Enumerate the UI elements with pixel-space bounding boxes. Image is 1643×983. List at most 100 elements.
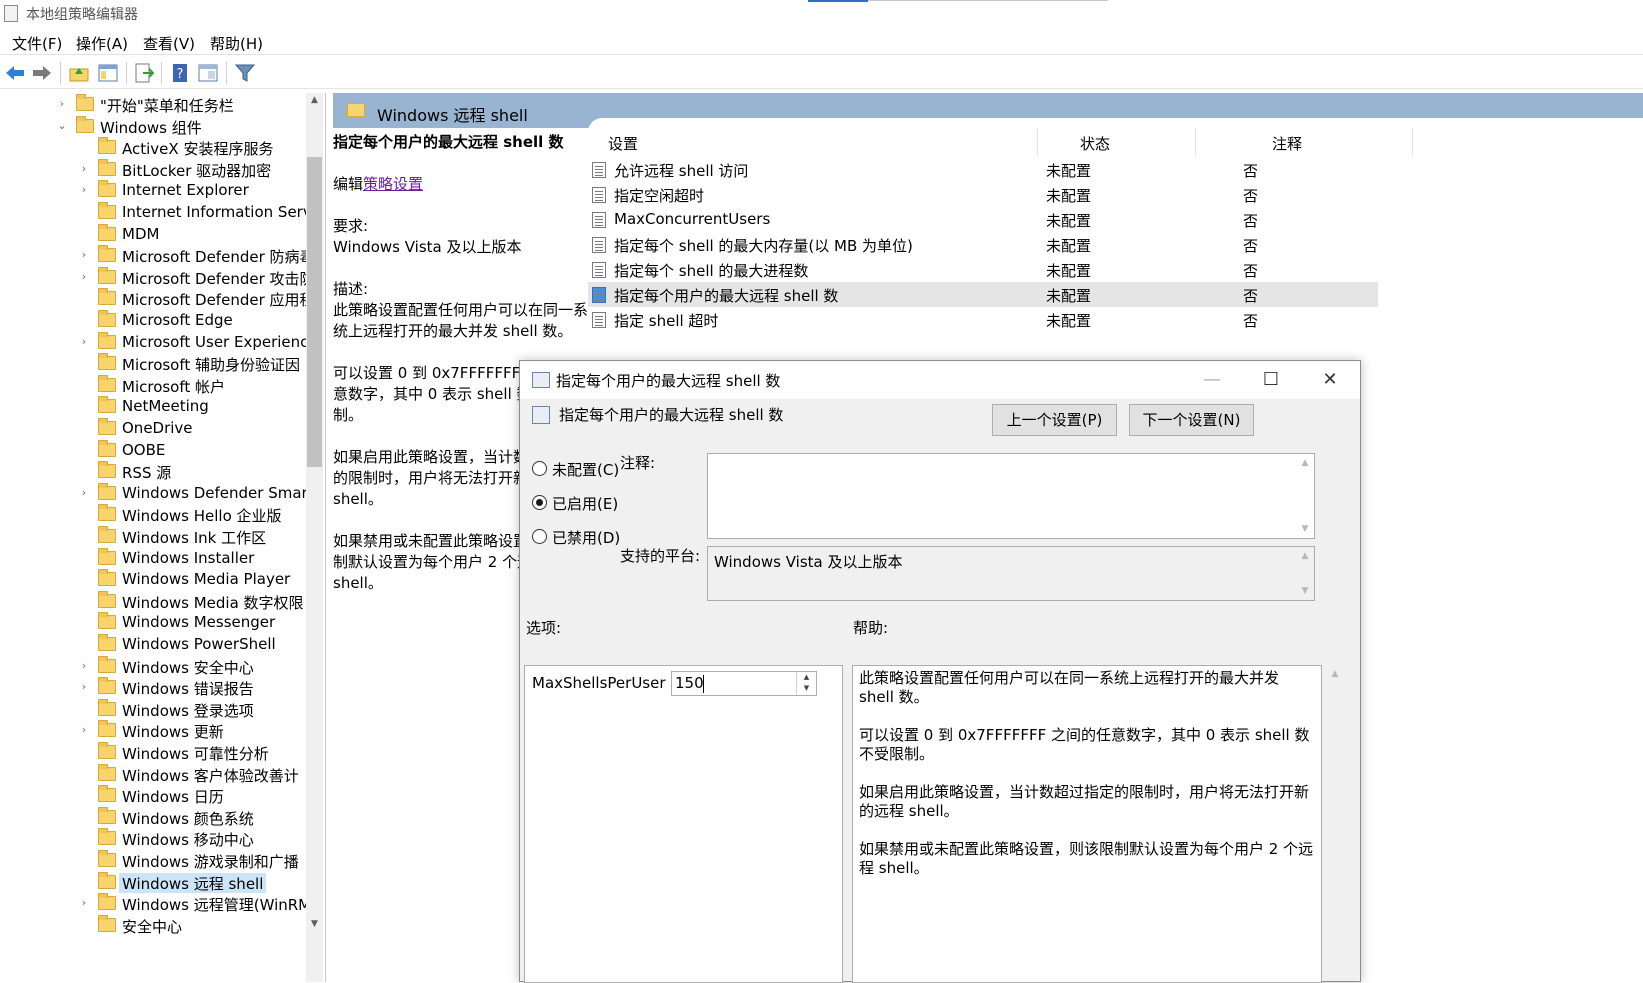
column-header-note[interactable]: 注释: [1272, 133, 1302, 154]
table-row[interactable]: 指定每个 shell 的最大进程数 未配置 否: [588, 257, 1378, 282]
help-icon[interactable]: ?: [169, 62, 191, 84]
chevron-right-icon[interactable]: ›: [78, 335, 90, 348]
menu-view[interactable]: 查看(V): [143, 33, 195, 54]
table-row[interactable]: 指定空闲超时 未配置 否: [588, 182, 1378, 207]
chevron-right-icon[interactable]: ›: [78, 162, 90, 175]
close-icon[interactable]: ✕: [1300, 361, 1360, 399]
table-row[interactable]: 允许远程 shell 访问 未配置 否: [588, 157, 1378, 182]
show-hide-tree-icon[interactable]: [97, 62, 119, 84]
tree-item[interactable]: Windows 可靠性分析: [0, 741, 310, 763]
tree-item[interactable]: NetMeeting: [0, 395, 310, 417]
menu-file[interactable]: 文件(F): [12, 33, 62, 54]
tree-item[interactable]: Windows 登录选项: [0, 698, 310, 720]
tree-item[interactable]: Microsoft Edge: [0, 309, 310, 331]
tree-item[interactable]: OneDrive: [0, 417, 310, 439]
chevron-down-icon[interactable]: ⌄: [56, 119, 68, 132]
scroll-up-icon[interactable]: ▲: [1296, 551, 1314, 561]
tree-item[interactable]: › "开始"菜单和任务栏: [0, 93, 310, 115]
tree-item[interactable]: Windows Messenger: [0, 611, 310, 633]
tree-item[interactable]: › Microsoft Defender 攻击防: [0, 266, 310, 288]
comment-scrollbar[interactable]: ▲ ▼: [1296, 454, 1314, 538]
radio-dot[interactable]: [532, 461, 547, 476]
back-arrow-icon[interactable]: [4, 62, 26, 84]
tree-item[interactable]: MDM: [0, 223, 310, 245]
up-folder-icon[interactable]: [68, 62, 90, 84]
scroll-down-icon[interactable]: ▼: [1296, 586, 1314, 596]
tree-item[interactable]: ⌄ Windows 组件: [0, 115, 310, 137]
tree-item[interactable]: Windows 移动中心: [0, 827, 310, 849]
radio-enabled[interactable]: 已启用(E): [532, 491, 712, 515]
tree-item[interactable]: › Windows 安全中心: [0, 655, 310, 677]
tree-item[interactable]: Windows PowerShell: [0, 633, 310, 655]
scroll-down-icon[interactable]: ▼: [306, 919, 323, 929]
tree-item[interactable]: Windows 颜色系统: [0, 806, 310, 828]
table-row[interactable]: MaxConcurrentUsers 未配置 否: [588, 207, 1378, 232]
tree-item[interactable]: Windows Installer: [0, 547, 310, 569]
forward-arrow-icon[interactable]: [31, 62, 53, 84]
column-header-state[interactable]: 状态: [1080, 133, 1110, 154]
folder-icon: [98, 914, 116, 932]
tree-item[interactable]: Windows 游戏录制和广播: [0, 849, 310, 871]
scroll-down-icon[interactable]: ▼: [1296, 524, 1314, 534]
export-list-icon[interactable]: [133, 62, 155, 84]
edit-policy-link[interactable]: 策略设置: [363, 175, 423, 193]
properties-view-icon[interactable]: [197, 62, 219, 84]
help-scrollbar[interactable]: ▲: [1326, 665, 1344, 983]
tree-item[interactable]: Windows 远程 shell: [0, 871, 310, 893]
tree-item[interactable]: › Internet Explorer: [0, 179, 310, 201]
tree-item[interactable]: › Microsoft User Experience: [0, 331, 310, 353]
max-shells-value[interactable]: 150: [675, 674, 704, 692]
chevron-right-icon[interactable]: ›: [78, 183, 90, 196]
table-row[interactable]: 指定每个用户的最大远程 shell 数 未配置 否: [588, 282, 1378, 307]
scroll-up-icon[interactable]: ▲: [306, 95, 323, 105]
tree-item[interactable]: OOBE: [0, 439, 310, 461]
tree-item[interactable]: Windows Media Player: [0, 568, 310, 590]
column-header-setting[interactable]: 设置: [608, 133, 638, 154]
tree-item[interactable]: Microsoft 帐户: [0, 374, 310, 396]
chevron-right-icon[interactable]: ›: [78, 723, 90, 736]
maximize-icon[interactable]: ☐: [1241, 361, 1301, 399]
scroll-up-icon[interactable]: ▲: [1326, 669, 1344, 679]
tree-item[interactable]: Windows 客户体验改善计: [0, 763, 310, 785]
tree-item[interactable]: Microsoft Defender 应用程: [0, 287, 310, 309]
tree-item[interactable]: Internet Information Servic: [0, 201, 310, 223]
tree-item[interactable]: › Windows 错误报告: [0, 676, 310, 698]
menu-help[interactable]: 帮助(H): [210, 33, 263, 54]
chevron-right-icon[interactable]: ›: [78, 486, 90, 499]
tree-item[interactable]: › BitLocker 驱动器加密: [0, 158, 310, 180]
comment-textarea[interactable]: ▲ ▼: [707, 453, 1315, 539]
radio-dot[interactable]: [532, 495, 547, 510]
filter-icon[interactable]: [234, 62, 256, 84]
tree-item[interactable]: 安全中心: [0, 914, 310, 936]
next-setting-button[interactable]: 下一个设置(N): [1129, 404, 1254, 436]
tree-item[interactable]: Windows Media 数字权限: [0, 590, 310, 612]
prev-setting-button[interactable]: 上一个设置(P): [992, 404, 1117, 436]
menu-action[interactable]: 操作(A): [76, 33, 128, 54]
stepper-down-icon[interactable]: ▼: [797, 683, 816, 694]
stepper-buttons[interactable]: ▲ ▼: [796, 672, 816, 695]
chevron-right-icon[interactable]: ›: [78, 270, 90, 283]
max-shells-stepper[interactable]: 150 ▲ ▼: [671, 671, 817, 696]
tree-item[interactable]: › Microsoft Defender 防病毒: [0, 244, 310, 266]
tree-item[interactable]: › Windows 更新: [0, 719, 310, 741]
chevron-right-icon[interactable]: ›: [78, 248, 90, 261]
tree-scroll-thumb[interactable]: [307, 157, 322, 467]
chevron-right-icon[interactable]: ›: [78, 896, 90, 909]
tree-item[interactable]: ActiveX 安装程序服务: [0, 136, 310, 158]
chevron-right-icon[interactable]: ›: [78, 680, 90, 693]
tree-item[interactable]: RSS 源: [0, 460, 310, 482]
stepper-up-icon[interactable]: ▲: [797, 672, 816, 683]
platform-scrollbar[interactable]: ▲ ▼: [1296, 547, 1314, 600]
scroll-up-icon[interactable]: ▲: [1296, 458, 1314, 468]
tree-item[interactable]: Windows Hello 企业版: [0, 503, 310, 525]
chevron-right-icon[interactable]: ›: [78, 659, 90, 672]
table-row[interactable]: 指定 shell 超时 未配置 否: [588, 307, 1378, 332]
radio-dot[interactable]: [532, 529, 547, 544]
tree-item[interactable]: › Windows 远程管理(WinRM: [0, 892, 310, 914]
tree-item[interactable]: Microsoft 辅助身份验证因: [0, 352, 310, 374]
chevron-right-icon[interactable]: ›: [56, 97, 68, 110]
tree-item[interactable]: Windows Ink 工作区: [0, 525, 310, 547]
tree-item[interactable]: › Windows Defender Smart: [0, 482, 310, 504]
table-row[interactable]: 指定每个 shell 的最大内存量(以 MB 为单位) 未配置 否: [588, 232, 1378, 257]
tree-item[interactable]: Windows 日历: [0, 784, 310, 806]
